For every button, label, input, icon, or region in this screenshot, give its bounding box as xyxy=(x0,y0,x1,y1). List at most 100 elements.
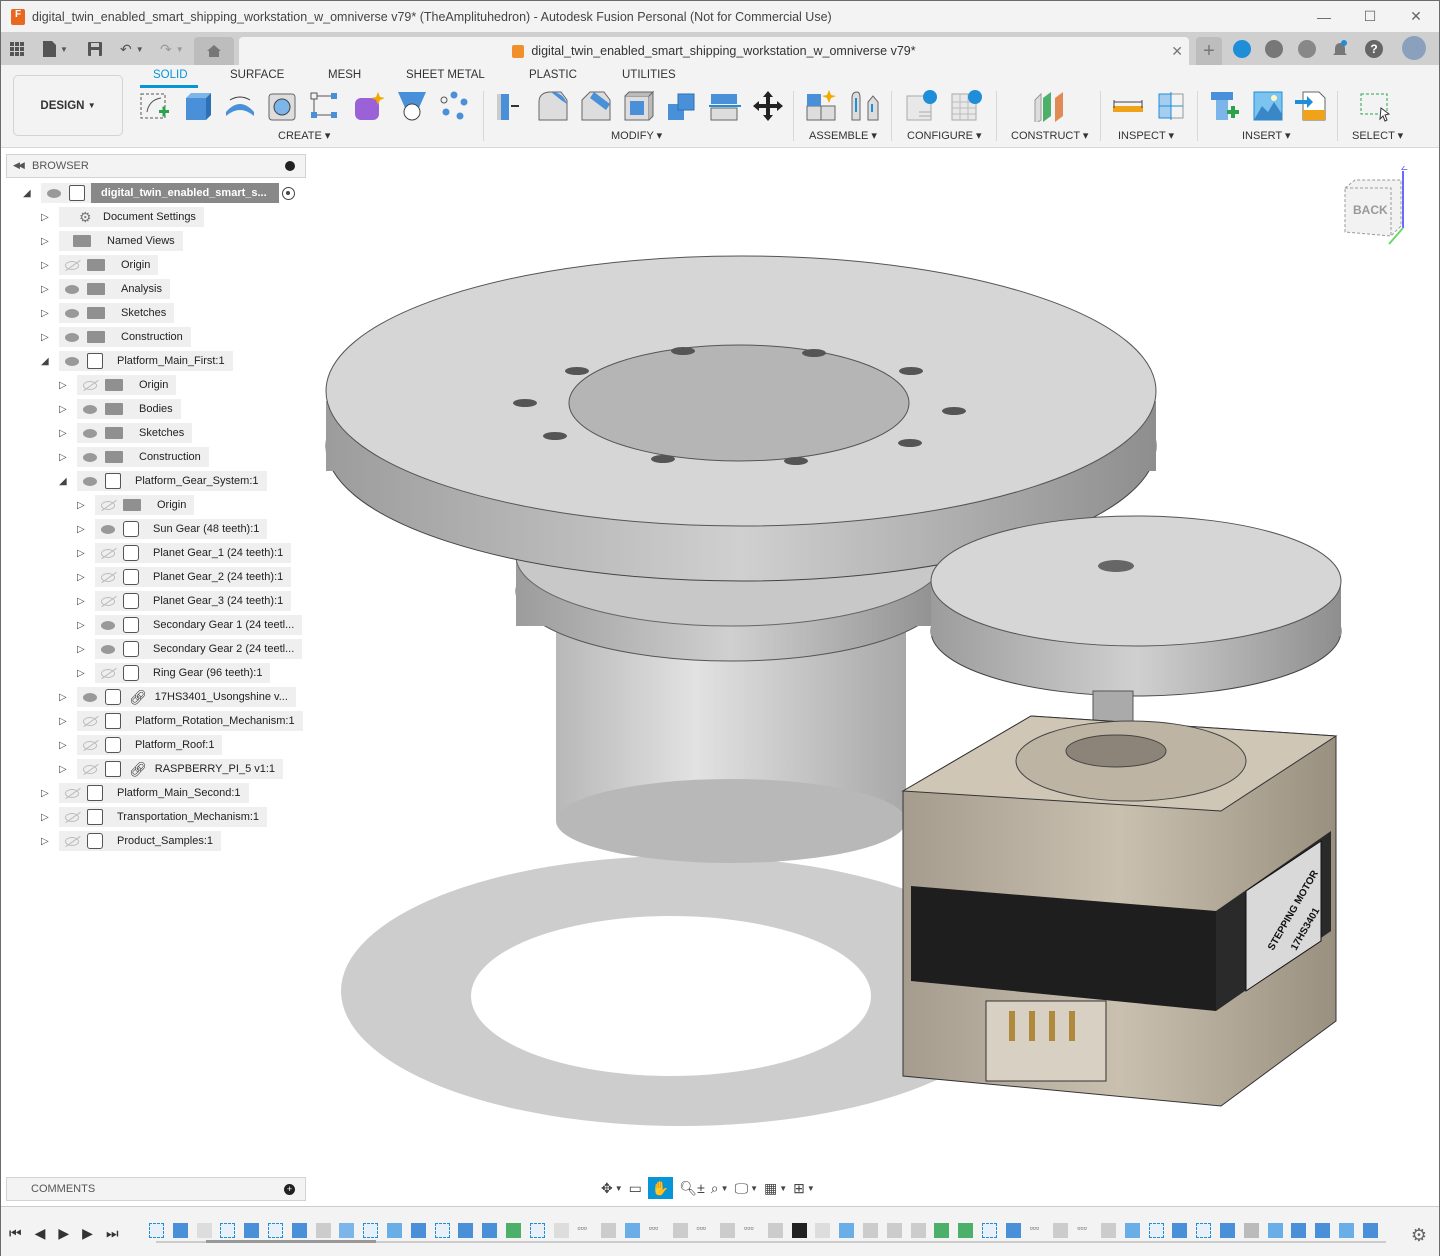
timeline-feature-insert-icon[interactable] xyxy=(863,1223,878,1238)
tab-solid[interactable]: SOLID xyxy=(153,69,188,81)
timeline-feature-group-icon[interactable]: ▫▫▫ xyxy=(1030,1223,1045,1238)
close-tab-icon[interactable]: ✕ xyxy=(1171,43,1183,60)
timeline-feature-component-icon[interactable] xyxy=(553,1223,569,1238)
zoom-icon[interactable]: 🔍︎± xyxy=(679,1177,704,1199)
history-icon[interactable] xyxy=(1298,40,1316,58)
timeline-feature-revolve-icon[interactable] xyxy=(1005,1223,1021,1238)
timeline-feature-sketch-icon[interactable] xyxy=(149,1223,164,1238)
hidden-eye-icon[interactable] xyxy=(101,548,115,558)
expand-triangle-icon[interactable]: ▷ xyxy=(41,788,49,799)
hidden-eye-icon[interactable] xyxy=(101,572,115,582)
timeline-feature-insert-icon[interactable] xyxy=(720,1223,736,1238)
timeline-feature-pattern-icon[interactable] xyxy=(339,1223,355,1238)
view-cube[interactable]: Z BACK xyxy=(1341,166,1408,245)
browser-node[interactable]: ▷ Planet Gear_2 (24 teeth):1 xyxy=(77,567,292,587)
display-settings-button[interactable]: 🖵 ▼ xyxy=(735,1177,758,1199)
hidden-eye-icon[interactable] xyxy=(101,596,115,606)
file-menu-button[interactable]: ▼ xyxy=(43,37,68,61)
timeline-feature-insert-icon[interactable] xyxy=(1101,1223,1116,1238)
configuration-table-icon[interactable] xyxy=(950,90,982,122)
expand-triangle-icon[interactable]: ▷ xyxy=(41,812,49,823)
insert-menu[interactable]: INSERT ▾ xyxy=(1242,129,1291,142)
browser-node[interactable]: ▷ 🔗︎ 17HS3401_Usongshine v... xyxy=(59,687,296,707)
visibility-eye-icon[interactable] xyxy=(65,308,79,318)
undo-button[interactable]: ↶ ▼ xyxy=(120,37,144,61)
expand-triangle-icon[interactable]: ▷ xyxy=(41,308,49,319)
extrude-icon[interactable] xyxy=(182,90,214,122)
timeline-feature-group-icon[interactable]: ▫▫▫ xyxy=(649,1223,664,1238)
timeline-feature-fillet-icon[interactable] xyxy=(315,1223,331,1238)
assemble-menu[interactable]: ASSEMBLE ▾ xyxy=(809,129,877,142)
timeline-feature-extrude-icon[interactable] xyxy=(458,1223,474,1238)
construct-menu[interactable]: CONSTRUCT ▾ xyxy=(1011,129,1088,142)
browser-node[interactable]: ▷ Sun Gear (48 teeth):1 xyxy=(77,519,268,539)
visibility-eye-icon[interactable] xyxy=(83,692,97,702)
collapse-browser-icon[interactable]: ◀◀ xyxy=(13,160,25,171)
browser-node[interactable]: ▷ Platform_Main_Second:1 xyxy=(41,783,249,803)
timeline-feature-sketch-icon[interactable] xyxy=(529,1223,545,1238)
pan-icon[interactable]: ✋ xyxy=(647,1177,674,1199)
browser-node[interactable]: ▷ 🔗︎ RASPBERRY_PI_5 v1:1 xyxy=(59,759,284,779)
timeline-feature-insert-icon[interactable] xyxy=(672,1223,688,1238)
collapse-triangle-icon[interactable]: ◢ xyxy=(59,476,67,487)
press-pull-icon[interactable] xyxy=(494,90,526,122)
viewports-button[interactable]: ⊞ ▼ xyxy=(793,1177,815,1199)
browser-node[interactable]: ▷ Transportation_Mechanism:1 xyxy=(41,807,268,827)
visibility-eye-icon[interactable] xyxy=(83,476,97,486)
visibility-eye-icon[interactable] xyxy=(65,332,79,342)
canvas-icon[interactable] xyxy=(1252,90,1284,122)
timeline-feature-construct-icon[interactable] xyxy=(506,1223,521,1238)
expand-triangle-icon[interactable]: ▷ xyxy=(41,236,49,247)
browser-node[interactable]: ▷ ⚙ Document Settings xyxy=(41,207,204,227)
create-form-icon[interactable] xyxy=(352,90,384,122)
visibility-eye-icon[interactable] xyxy=(83,428,97,438)
timeline-feature-coil-icon[interactable] xyxy=(934,1223,950,1238)
hidden-eye-icon[interactable] xyxy=(101,500,115,510)
timeline-feature-group-icon[interactable]: ▫▫▫ xyxy=(1077,1223,1092,1238)
timeline-feature-sketch-icon[interactable] xyxy=(982,1223,997,1238)
offset-plane-icon[interactable] xyxy=(1033,90,1065,122)
timeline-next-button[interactable]: ▶ xyxy=(82,1225,93,1242)
create-menu[interactable]: CREATE ▾ xyxy=(278,129,330,142)
collapse-triangle-icon[interactable]: ◢ xyxy=(23,188,31,199)
expand-triangle-icon[interactable]: ▷ xyxy=(77,500,85,511)
visibility-eye-icon[interactable] xyxy=(47,188,61,198)
timeline-feature-extrude-icon[interactable] xyxy=(291,1223,307,1238)
timeline-feature-plane-icon[interactable] xyxy=(387,1223,402,1238)
timeline-feature-extrude-icon[interactable] xyxy=(244,1223,260,1238)
expand-triangle-icon[interactable]: ▷ xyxy=(41,212,49,223)
hidden-eye-icon[interactable] xyxy=(83,716,97,726)
visibility-eye-icon[interactable] xyxy=(65,356,79,366)
timeline-feature-insert-icon[interactable] xyxy=(1053,1223,1069,1238)
browser-node[interactable]: ▷ Analysis xyxy=(41,279,170,299)
expand-triangle-icon[interactable]: ▷ xyxy=(77,668,85,679)
hidden-eye-icon[interactable] xyxy=(83,740,97,750)
timeline-feature-insert-icon[interactable] xyxy=(910,1223,926,1238)
home-button[interactable] xyxy=(194,37,234,65)
create-sketch-icon[interactable] xyxy=(139,90,171,122)
loft-icon[interactable] xyxy=(396,90,428,122)
timeline-feature-sketch-icon[interactable] xyxy=(434,1223,450,1238)
expand-triangle-icon[interactable]: ▷ xyxy=(41,332,49,343)
configure-model-icon[interactable] xyxy=(905,90,937,122)
help-icon[interactable]: ? xyxy=(1365,40,1383,58)
browser-node[interactable]: ▷ Ring Gear (96 teeth):1 xyxy=(77,663,271,683)
expand-triangle-icon[interactable]: ▷ xyxy=(41,284,49,295)
expand-triangle-icon[interactable]: ▷ xyxy=(59,692,67,703)
browser-node[interactable]: ▷ Construction xyxy=(59,447,209,467)
timeline-feature-extrude-icon[interactable] xyxy=(1220,1223,1235,1238)
look-at-icon[interactable]: ▭ xyxy=(629,1177,642,1199)
visibility-eye-icon[interactable] xyxy=(83,452,97,462)
expand-triangle-icon[interactable]: ▷ xyxy=(59,764,67,775)
modify-menu[interactable]: MODIFY ▾ xyxy=(611,129,662,142)
expand-triangle-icon[interactable]: ▷ xyxy=(41,260,49,271)
timeline-feature-insert-icon[interactable] xyxy=(886,1223,902,1238)
timeline-feature-extrude-icon[interactable] xyxy=(1315,1223,1331,1238)
joint-icon[interactable] xyxy=(848,90,880,122)
window-select-icon[interactable] xyxy=(1359,90,1391,122)
extensions-icon[interactable] xyxy=(1233,40,1251,58)
timeline-feature-group-icon[interactable]: ▫▫▫ xyxy=(577,1223,592,1238)
expand-triangle-icon[interactable]: ▷ xyxy=(59,428,67,439)
browser-node[interactable]: ▷ Sketches xyxy=(59,423,193,443)
browser-node[interactable]: ▷ Platform_Rotation_Mechanism:1 xyxy=(59,711,303,731)
